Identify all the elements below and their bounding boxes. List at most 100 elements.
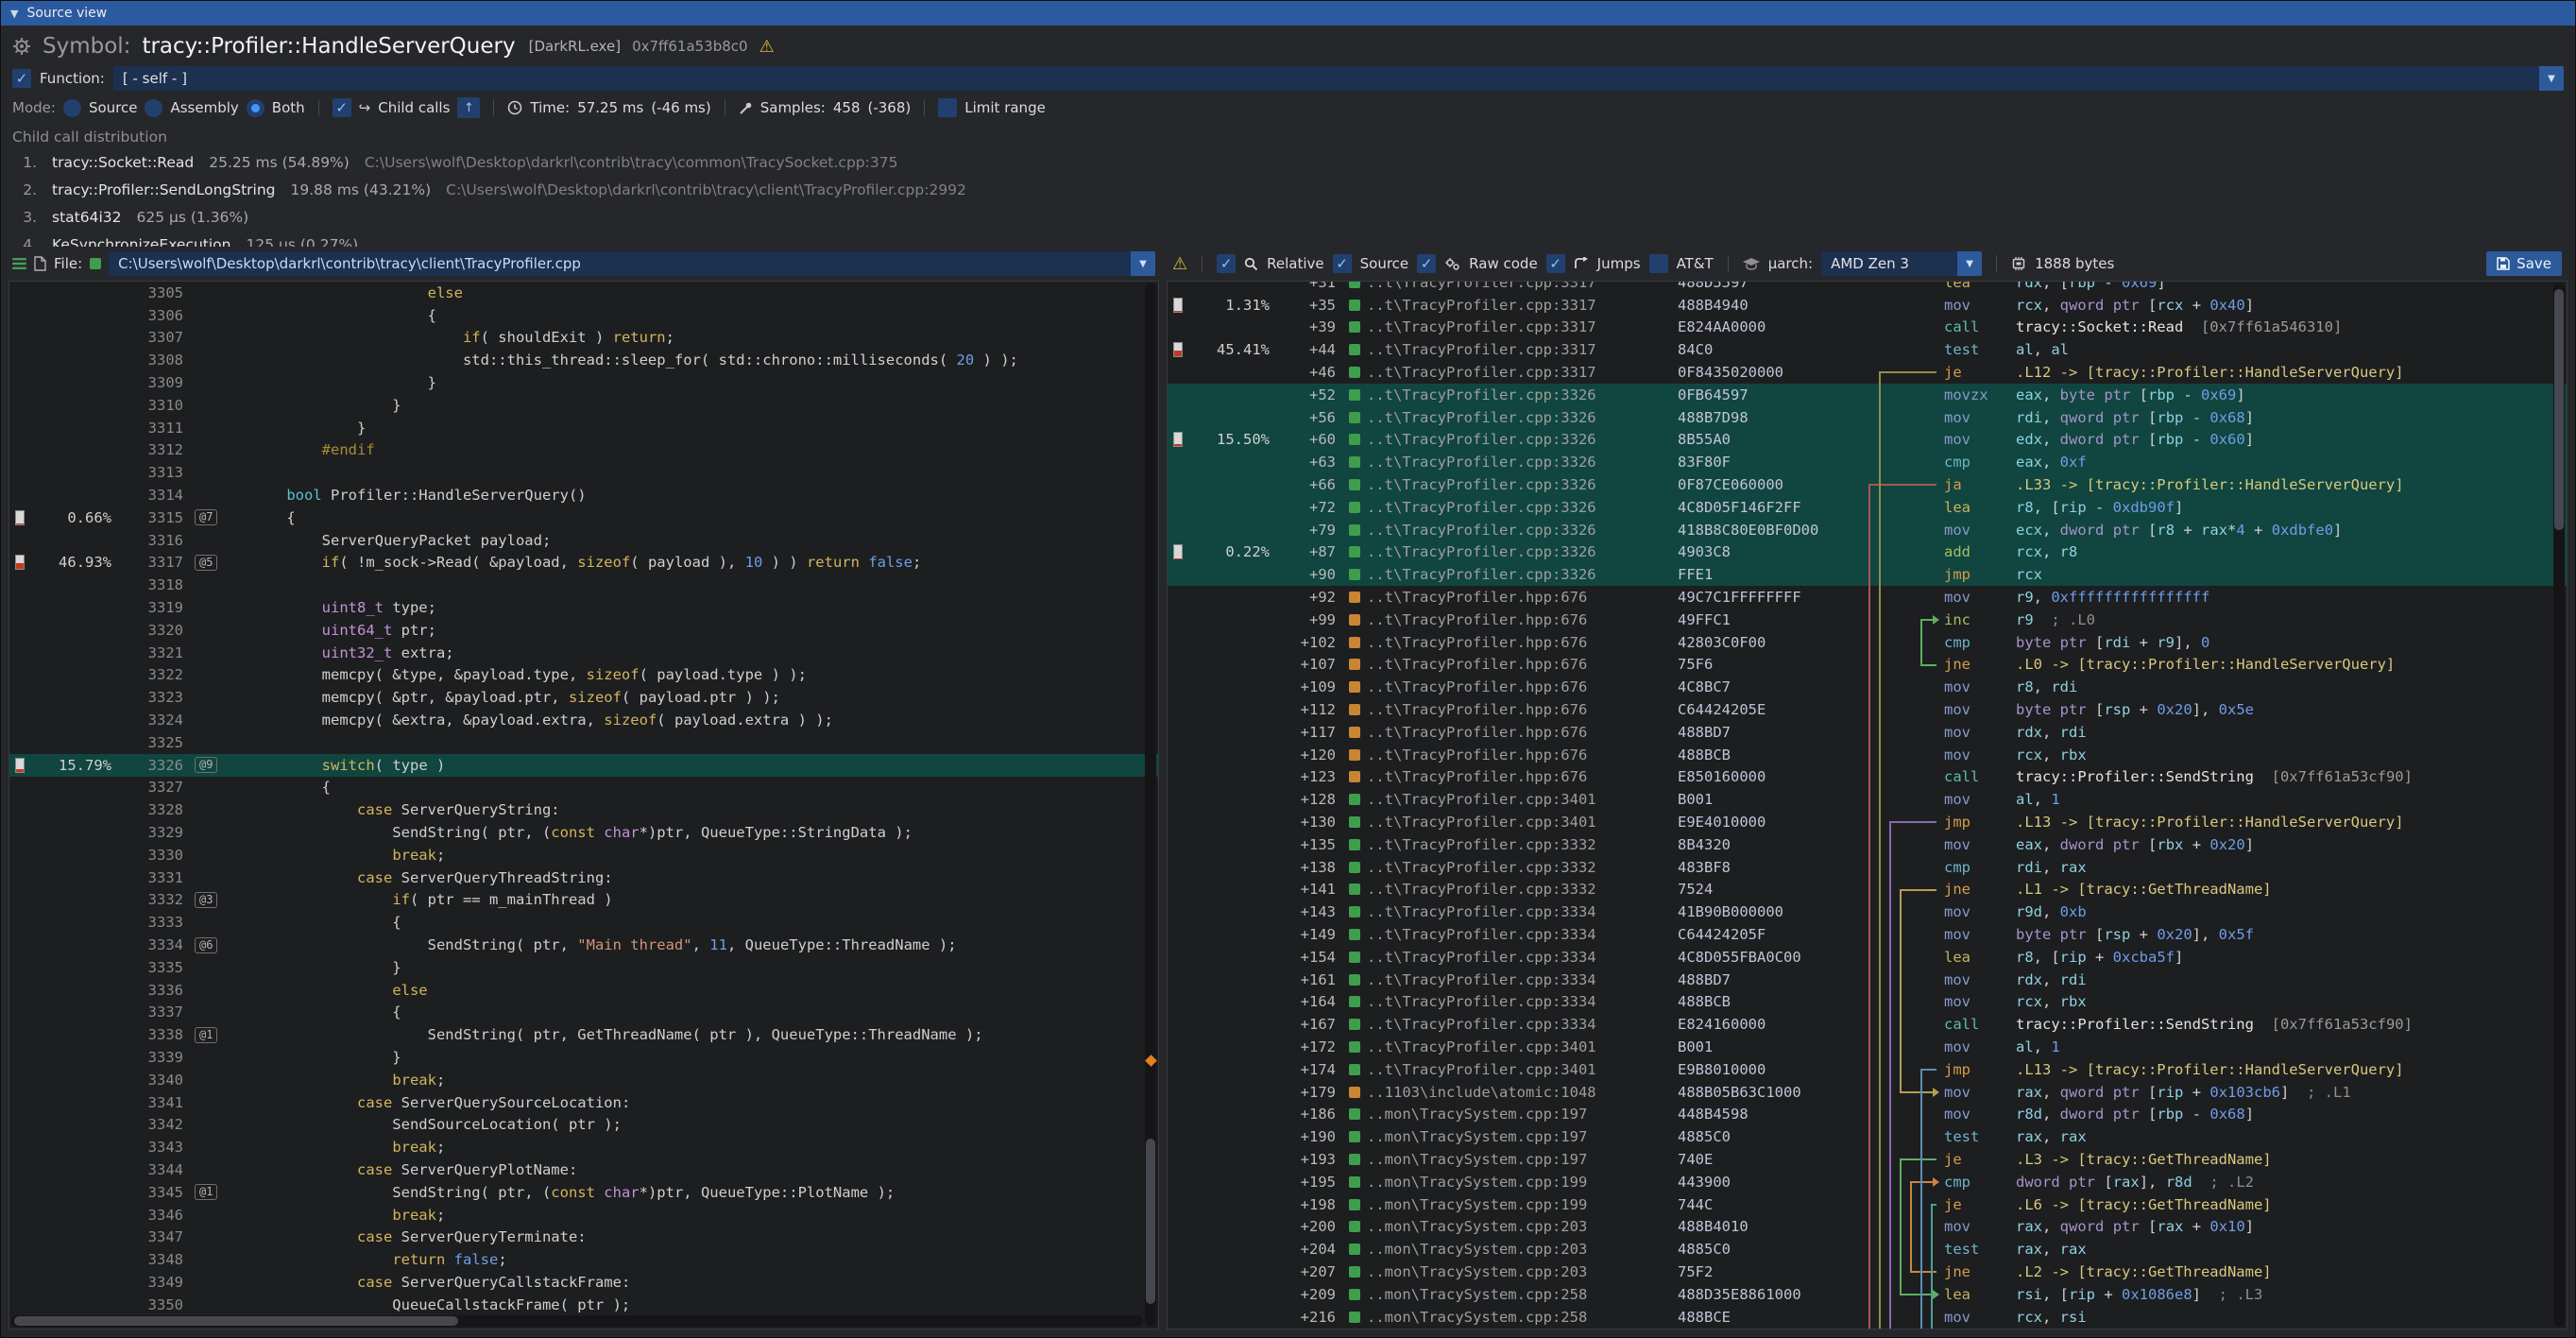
source-location[interactable]: ..mon\TracySystem.cpp:197 — [1349, 1128, 1678, 1145]
source-location[interactable]: ..t\TracyProfiler.cpp:3326 — [1349, 409, 1678, 426]
source-line-row[interactable]: 3323 memcpy( &ptr, &payload.ptr, sizeof(… — [9, 686, 1158, 709]
assembly-row[interactable]: +52..t\TracyProfiler.cpp:33260FB64597mov… — [1168, 384, 2567, 406]
assembly-row[interactable]: +56..t\TracyProfiler.cpp:3326488B7D98mov… — [1168, 406, 2567, 429]
assembly-row[interactable]: +120..t\TracyProfiler.hpp:676488BCBmovrc… — [1168, 744, 2567, 766]
assembly-row[interactable]: +154..t\TracyProfiler.cpp:33344C8D055FBA… — [1168, 946, 2567, 969]
child-call-entry[interactable]: 3.stat64i32625 µs (1.36%) — [12, 203, 2564, 231]
source-location[interactable]: ..mon\TracySystem.cpp:203 — [1349, 1241, 1678, 1258]
source-line-row[interactable]: 3306 { — [9, 304, 1158, 327]
source-vertical-scroll-thumb[interactable] — [1146, 1139, 1155, 1304]
source-line-row[interactable]: 3336 else — [9, 979, 1158, 1002]
file-list-icon[interactable] — [12, 257, 26, 270]
assembly-row[interactable]: +138..t\TracyProfiler.cpp:3332483BF8cmpr… — [1168, 856, 2567, 879]
source-location[interactable]: ..t\TracyProfiler.hpp:676 — [1349, 656, 1678, 673]
source-line-row[interactable]: 3333 { — [9, 911, 1158, 934]
assembly-row[interactable]: +149..t\TracyProfiler.cpp:3334C64424205F… — [1168, 923, 2567, 946]
source-location[interactable]: ..t\TracyProfiler.cpp:3317 — [1349, 281, 1678, 291]
assembly-row[interactable]: +135..t\TracyProfiler.cpp:33328B4320move… — [1168, 833, 2567, 856]
source-location[interactable]: ..t\TracyProfiler.cpp:3317 — [1349, 364, 1678, 381]
source-location[interactable]: ..mon\TracySystem.cpp:197 — [1349, 1106, 1678, 1123]
assembly-row[interactable]: +207..mon\TracySystem.cpp:20375F2jne.L2 … — [1168, 1261, 2567, 1283]
assembly-row[interactable]: +143..t\TracyProfiler.cpp:333441B90B0000… — [1168, 901, 2567, 923]
source-checkbox[interactable]: ✓ — [1333, 254, 1352, 273]
assembly-row[interactable]: 15.50%+60..t\TracyProfiler.cpp:33268B55A… — [1168, 429, 2567, 452]
assembly-row[interactable]: +204..mon\TracySystem.cpp:2034885C0testr… — [1168, 1238, 2567, 1261]
source-line-row[interactable]: 3344 case ServerQueryPlotName: — [9, 1158, 1158, 1181]
source-location[interactable]: ..t\TracyProfiler.cpp:3401 — [1349, 791, 1678, 808]
assembly-row[interactable]: +92..t\TracyProfiler.hpp:67649C7C1FFFFFF… — [1168, 586, 2567, 609]
source-location[interactable]: ..t\TracyProfiler.cpp:3334 — [1349, 1016, 1678, 1033]
source-line-row[interactable]: 3314 bool Profiler::HandleServerQuery() — [9, 484, 1158, 506]
assembly-row[interactable]: +209..mon\TracySystem.cpp:258488D35E8861… — [1168, 1283, 2567, 1306]
assembly-row[interactable]: +193..mon\TracySystem.cpp:197740Eje.L3 -… — [1168, 1148, 2567, 1171]
source-location[interactable]: ..t\TracyProfiler.hpp:676 — [1349, 611, 1678, 628]
source-line-row[interactable]: 3309 } — [9, 371, 1158, 394]
source-line-row[interactable]: 3324 memcpy( &extra, &payload.extra, siz… — [9, 709, 1158, 731]
source-location[interactable]: ..t\TracyProfiler.cpp:3326 — [1349, 499, 1678, 516]
assembly-row[interactable]: +179..1103\include\atomic:1048488B05B63C… — [1168, 1081, 2567, 1104]
jumps-checkbox[interactable]: ✓ — [1546, 254, 1565, 273]
source-line-row[interactable]: 3338@1 SendString( ptr, GetThreadName( p… — [9, 1023, 1158, 1046]
microarch-combo-arrow-icon[interactable]: ▼ — [1957, 251, 1982, 276]
assembly-row[interactable]: +186..mon\TracySystem.cpp:197448B4598mov… — [1168, 1103, 2567, 1125]
source-location[interactable]: ..mon\TracySystem.cpp:199 — [1349, 1174, 1678, 1191]
source-line-row[interactable]: 3311 } — [9, 417, 1158, 439]
source-line-row[interactable]: 3319 uint8_t type; — [9, 596, 1158, 619]
source-location[interactable]: ..t\TracyProfiler.hpp:676 — [1349, 746, 1678, 763]
source-label[interactable]: Source — [1360, 255, 1409, 272]
source-location[interactable]: ..t\TracyProfiler.cpp:3332 — [1349, 859, 1678, 876]
source-line-row[interactable]: 3330 break; — [9, 844, 1158, 866]
raw-code-label[interactable]: Raw code — [1469, 255, 1538, 272]
file-combo[interactable]: C:\Users\wolf\Desktop\darkrl\contrib\tra… — [109, 251, 1155, 276]
source-location[interactable]: ..mon\TracySystem.cpp:258 — [1349, 1309, 1678, 1326]
assembly-row[interactable]: +216..mon\TracySystem.cpp:258488BCEmovrc… — [1168, 1306, 2567, 1329]
source-location[interactable]: ..t\TracyProfiler.hpp:676 — [1349, 634, 1678, 651]
source-line-row[interactable]: 3321 uint32_t extra; — [9, 642, 1158, 664]
source-line-row[interactable]: 3327 { — [9, 777, 1158, 799]
collapse-icon[interactable]: ▼ — [10, 8, 18, 20]
source-line-row[interactable]: 3331 case ServerQueryThreadString: — [9, 866, 1158, 889]
source-location[interactable]: ..t\TracyProfiler.hpp:676 — [1349, 678, 1678, 695]
source-location[interactable]: ..t\TracyProfiler.cpp:3317 — [1349, 297, 1678, 314]
source-vertical-scrollbar[interactable] — [1145, 283, 1156, 1327]
assembly-row[interactable]: +79..t\TracyProfiler.cpp:3326418B8C80E0B… — [1168, 519, 2567, 541]
assembly-row[interactable]: +72..t\TracyProfiler.cpp:33264C8D05F146F… — [1168, 496, 2567, 519]
function-checkbox[interactable]: ✓ — [12, 69, 31, 88]
child-calls-label[interactable]: Child calls — [378, 99, 450, 116]
source-line-row[interactable]: 3350 QueueCallstackFrame( ptr ); — [9, 1294, 1158, 1316]
assembly-row[interactable]: +167..t\TracyProfiler.cpp:3334E824160000… — [1168, 1013, 2567, 1036]
source-location[interactable]: ..t\TracyProfiler.cpp:3401 — [1349, 814, 1678, 831]
source-line-row[interactable]: 3316 ServerQueryPacket payload; — [9, 529, 1158, 552]
assembly-row[interactable]: +39..t\TracyProfiler.cpp:3317E824AA0000c… — [1168, 317, 2567, 339]
source-line-row[interactable]: 3332@3 if( ptr == m_mainThread ) — [9, 889, 1158, 912]
source-location[interactable]: ..t\TracyProfiler.cpp:3332 — [1349, 836, 1678, 853]
source-line-row[interactable]: 3343 break; — [9, 1136, 1158, 1158]
source-line-row[interactable]: 3307 if( shouldExit ) return; — [9, 327, 1158, 350]
source-line-row[interactable]: 15.79%3326@9 switch( type ) — [9, 754, 1158, 777]
source-line-row[interactable]: 3328 case ServerQueryString: — [9, 798, 1158, 821]
source-horizontal-scrollbar[interactable] — [11, 1315, 1143, 1327]
source-location[interactable]: ..t\TracyProfiler.cpp:3334 — [1349, 971, 1678, 988]
child-call-entry[interactable]: 4.KeSynchronizeExecution125 µs (0.27%) — [12, 231, 2564, 247]
assembly-row[interactable]: +161..t\TracyProfiler.cpp:3334488BD7movr… — [1168, 969, 2567, 991]
limit-range-label[interactable]: Limit range — [964, 99, 1046, 116]
source-location[interactable]: ..t\TracyProfiler.cpp:3326 — [1349, 431, 1678, 448]
source-location[interactable]: ..t\TracyProfiler.cpp:3326 — [1349, 386, 1678, 403]
source-location[interactable]: ..mon\TracySystem.cpp:203 — [1349, 1218, 1678, 1235]
source-location[interactable]: ..mon\TracySystem.cpp:203 — [1349, 1263, 1678, 1280]
assembly-row[interactable]: 0.22%+87..t\TracyProfiler.cpp:33264903C8… — [1168, 541, 2567, 564]
assembly-row[interactable]: +117..t\TracyProfiler.hpp:676488BD7movrd… — [1168, 721, 2567, 744]
relative-checkbox[interactable]: ✓ — [1217, 254, 1236, 273]
source-location[interactable]: ..t\TracyProfiler.cpp:3334 — [1349, 903, 1678, 920]
source-location[interactable]: ..t\TracyProfiler.cpp:3326 — [1349, 522, 1678, 539]
source-line-row[interactable]: 3305 else — [9, 282, 1158, 304]
source-line-row[interactable]: 3347 case ServerQueryTerminate: — [9, 1226, 1158, 1248]
assembly-row[interactable]: +112..t\TracyProfiler.hpp:676C64424205Em… — [1168, 698, 2567, 721]
att-syntax-checkbox[interactable]: ✓ — [1649, 254, 1668, 273]
source-line-row[interactable]: 3341 case ServerQuerySourceLocation: — [9, 1091, 1158, 1114]
source-location[interactable]: ..t\TracyProfiler.cpp:3317 — [1349, 341, 1678, 358]
raw-code-checkbox[interactable]: ✓ — [1417, 254, 1436, 273]
assembly-row[interactable]: +195..mon\TracySystem.cpp:199443900cmpdw… — [1168, 1171, 2567, 1193]
source-line-row[interactable]: 3310 } — [9, 394, 1158, 417]
assembly-row[interactable]: +90..t\TracyProfiler.cpp:3326FFE1jmprcx — [1168, 563, 2567, 586]
